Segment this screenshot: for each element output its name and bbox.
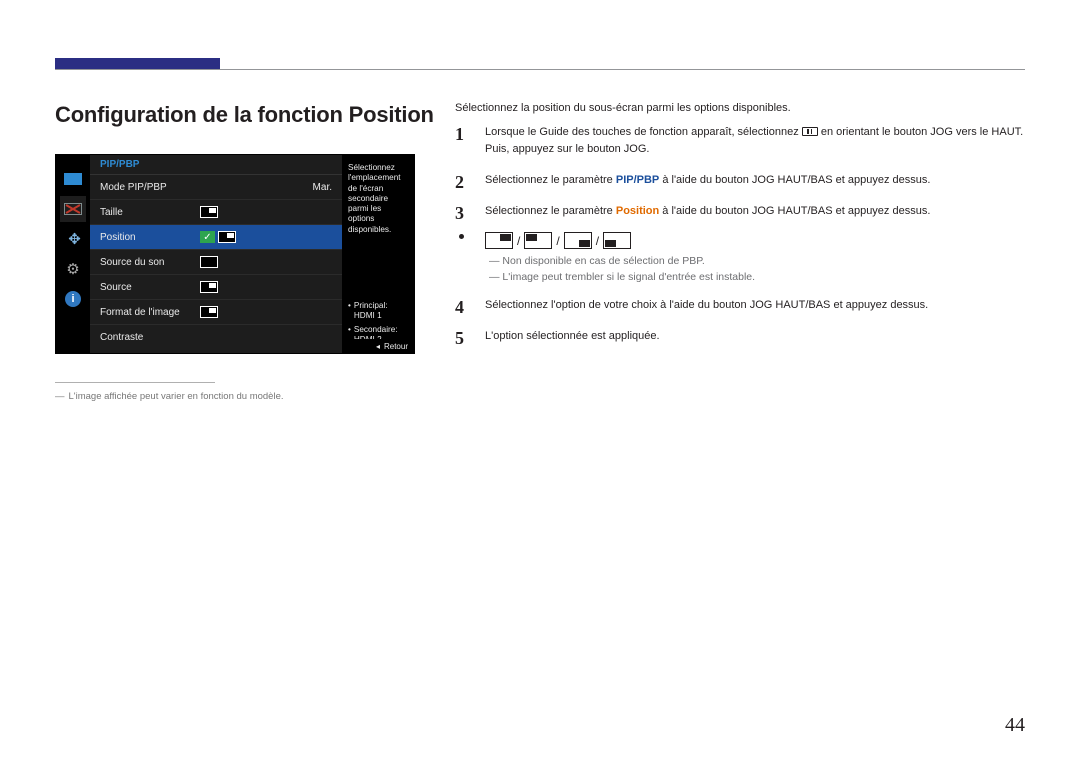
step-text: à l'aide du bouton JOG HAUT/BAS et appuy… [659, 174, 930, 186]
osd-principal-label: Principal: [354, 301, 388, 310]
image-note-text: L'image affichée peut varier en fonction… [69, 391, 284, 402]
osd-row-contraste: Contraste [90, 325, 342, 350]
step-1: Lorsque le Guide des touches de fonction… [455, 124, 1025, 158]
osd-row-label: Format de l'image [100, 307, 200, 318]
pip-glyph-main-icon [200, 256, 218, 268]
pip-glyph-tr-icon [485, 232, 513, 249]
step-highlight: PIP/PBP [616, 174, 659, 186]
pip-glyph-tr-icon [218, 231, 236, 243]
osd-row-value [200, 281, 332, 293]
step-5: L'option sélectionnée est appliquée. [455, 328, 1025, 345]
page-number: 44 [1005, 714, 1025, 737]
osd-row-taille: Taille [90, 200, 342, 225]
osd-row-label: Contraste [100, 332, 200, 343]
position-glyph-row: / / / [485, 232, 1025, 249]
intro-text: Sélectionnez la position du sous-écran p… [455, 102, 1025, 114]
osd-tab-adjust-icon: ✥ [60, 226, 86, 252]
pip-glyph-tl-icon [524, 232, 552, 249]
osd-title: PIP/PBP [90, 155, 342, 175]
osd-footer: ◂ Retour [342, 339, 414, 353]
osd-row-value [200, 306, 332, 318]
osd-row-label: Source [100, 282, 200, 293]
bullet-icon [459, 234, 464, 239]
osd-screenshot: ✥ ⚙ i PIP/PBP Mode PIP/PBP Mar. Taille [55, 154, 415, 354]
pip-glyph-tr-icon [200, 281, 218, 293]
step-highlight: Position [616, 205, 659, 217]
note-2: L'image peut trembler si le signal d'ent… [489, 271, 1025, 283]
pip-glyph-tr-icon [200, 206, 218, 218]
osd-tab-info-icon: i [60, 286, 86, 312]
osd-row-label: Position [100, 232, 200, 243]
osd-tab-pip-icon [60, 196, 86, 222]
osd-principal-value: HDMI 1 [354, 311, 382, 320]
pip-glyph-br-icon [564, 232, 592, 249]
osd-row-value [200, 206, 332, 218]
step-text: Sélectionnez le paramètre [485, 174, 616, 186]
osd-row-value [200, 256, 332, 268]
osd-tab-settings-icon: ⚙ [60, 256, 86, 282]
image-note: ―L'image affichée peut varier en fonctio… [55, 391, 435, 402]
osd-tab-picture-icon [60, 166, 86, 192]
osd-help-text: Sélectionnez l'emplacement de l'écran se… [348, 163, 408, 235]
osd-secondaire-label: Secondaire: [354, 325, 398, 334]
header-line [55, 69, 1025, 70]
osd-row-source: Source [90, 275, 342, 300]
back-arrow-icon: ◂ [376, 342, 380, 351]
osd-row-sourceson: Source du son [90, 250, 342, 275]
osd-row-value: ✓ [200, 231, 332, 243]
step-4: Sélectionnez l'option de votre choix à l… [455, 297, 1025, 314]
osd-row-format: Format de l'image [90, 300, 342, 325]
osd-row-position: Position ✓ [90, 225, 342, 250]
note-1: Non disponible en cas de sélection de PB… [489, 255, 1025, 267]
osd-row-label: Source du son [100, 257, 200, 268]
osd-sidebar: ✥ ⚙ i [56, 155, 90, 353]
step-2: Sélectionnez le paramètre PIP/PBP à l'ai… [455, 172, 1025, 189]
osd-footer-label: Retour [384, 342, 408, 351]
step-text: à l'aide du bouton JOG HAUT/BAS et appuy… [659, 205, 930, 217]
osd-help-pane: Sélectionnez l'emplacement de l'écran se… [342, 155, 414, 353]
osd-panel: PIP/PBP Mode PIP/PBP Mar. Taille Positio… [90, 155, 342, 353]
position-options: / / / Non disponible en cas de sélection… [455, 232, 1025, 283]
header-rule [55, 58, 1025, 70]
osd-row-label: Mode PIP/PBP [100, 182, 200, 193]
osd-row-value: Mar. [200, 182, 332, 193]
osd-row-label: Taille [100, 207, 200, 218]
pip-glyph-tr-icon [200, 306, 218, 318]
osd-row-mode: Mode PIP/PBP Mar. [90, 175, 342, 200]
steps-list: Lorsque le Guide des touches de fonction… [455, 124, 1025, 220]
check-icon: ✓ [200, 231, 215, 243]
page-title: Configuration de la fonction Position [55, 102, 435, 128]
steps-list-cont: Sélectionnez l'option de votre choix à l… [455, 297, 1025, 345]
image-note-rule [55, 382, 215, 383]
function-key-icon [802, 127, 818, 136]
pip-glyph-bl-icon [603, 232, 631, 249]
step-text: Sélectionnez le paramètre [485, 205, 616, 217]
step-text: Lorsque le Guide des touches de fonction… [485, 126, 802, 138]
step-3: Sélectionnez le paramètre Position à l'a… [455, 203, 1025, 220]
